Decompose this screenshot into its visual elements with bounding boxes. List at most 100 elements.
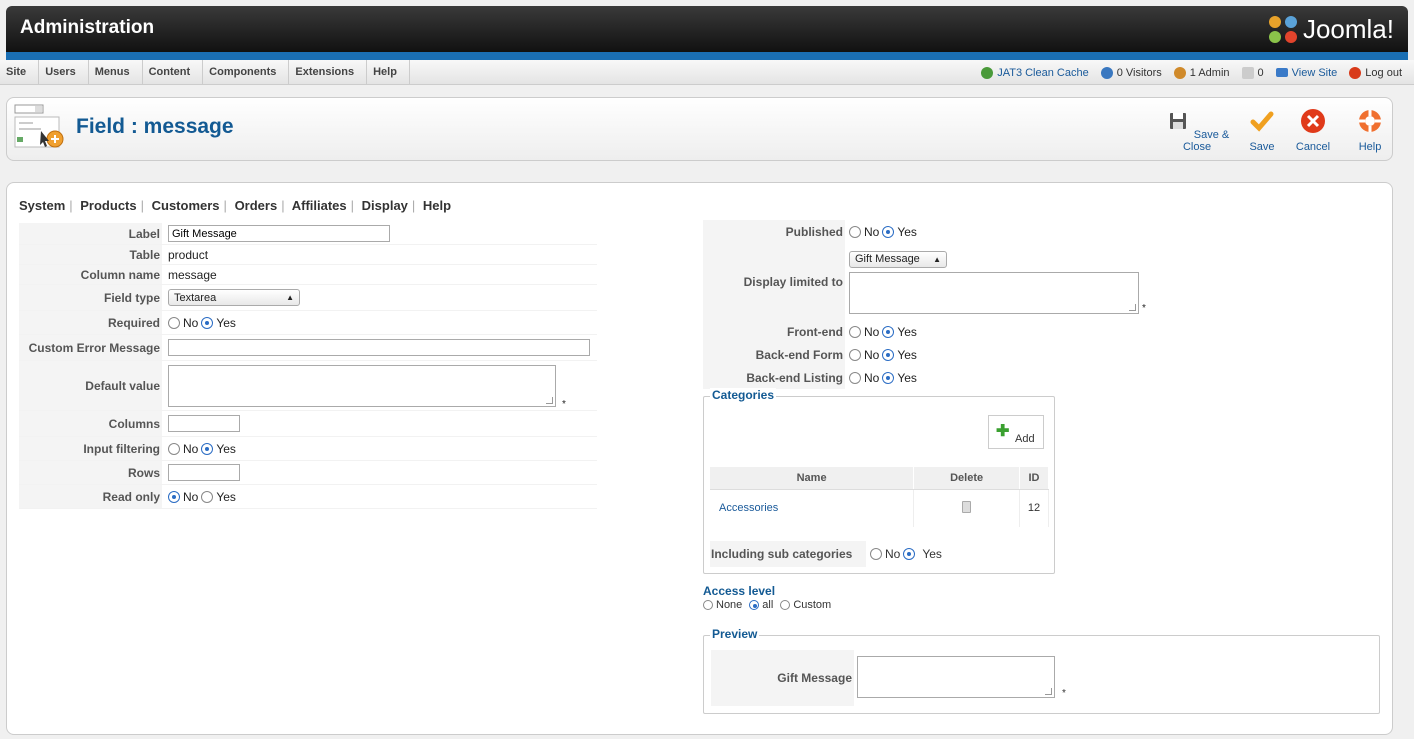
backend-form-no-radio[interactable] [849, 348, 861, 361]
add-plus-icon: ✚ [996, 423, 1010, 440]
display-limited-textarea[interactable] [849, 271, 1139, 314]
label-input[interactable] [168, 225, 390, 242]
rows-label: Rows [19, 461, 162, 484]
cancel-button[interactable]: Cancel [1293, 108, 1333, 153]
frontend-row: Front-end No Yes [703, 320, 1281, 343]
access-level-label: Access level [703, 584, 776, 598]
mail-icon [1241, 66, 1254, 79]
subnav-orders[interactable]: Orders [235, 198, 278, 213]
col-name-header: Name [710, 467, 915, 490]
filtering-no-radio[interactable] [168, 442, 180, 455]
monitor-icon [1275, 68, 1288, 77]
menu-users[interactable]: Users [39, 60, 89, 85]
backend-listing-yes-radio[interactable] [882, 371, 895, 384]
checkmark-icon [1250, 111, 1274, 132]
visitors-status: 0 Visitors [1100, 66, 1162, 79]
table-value: product [168, 247, 209, 262]
view-site-link[interactable]: View Site [1275, 67, 1337, 79]
joomla-logo-icon [1268, 15, 1299, 44]
menu-help[interactable]: Help [367, 60, 410, 85]
select-arrows-icon: ▲ [933, 254, 941, 264]
preview-label: Gift Message [711, 650, 854, 706]
column-name-row: Column name message [19, 265, 597, 285]
frontend-yes-radio[interactable] [882, 325, 895, 338]
readonly-no-radio[interactable] [168, 490, 180, 503]
column-name-value: message [168, 267, 217, 282]
required-no-radio[interactable] [168, 316, 180, 329]
subnav-affiliates[interactable]: Affiliates [292, 198, 347, 213]
backend-listing-no-radio[interactable] [849, 371, 861, 384]
table-row: Accessories 12 [710, 489, 1049, 527]
admins-status: 1 Admin [1173, 66, 1230, 79]
preview-fieldset: Preview Gift Message * [703, 627, 1380, 714]
lifebuoy-icon [1359, 110, 1381, 132]
access-all-radio[interactable] [749, 600, 760, 610]
input-filtering-row: Input filtering No Yes [19, 437, 597, 461]
menu-content[interactable]: Content [143, 60, 204, 85]
main-panel: System | Products | Customers | Orders | Aff… [6, 182, 1393, 735]
menu-extensions[interactable]: Extensions [289, 60, 368, 85]
subnav-display[interactable]: Display [362, 198, 408, 213]
error-message-row: Custom Error Message [19, 335, 597, 361]
subcat-yes-radio[interactable] [903, 548, 916, 560]
menu-site[interactable]: Site [0, 60, 40, 85]
add-category-button[interactable]: ✚ Add [988, 415, 1044, 449]
status-bar: JAT3 Clean Cache 0 Visitors 1 Admin 0 Vi… [981, 60, 1402, 85]
category-name-link[interactable]: Accessories [710, 489, 915, 527]
backend-form-yes-radio[interactable] [882, 348, 895, 361]
subnav-system[interactable]: System [19, 198, 65, 213]
save-button[interactable]: Save [1245, 108, 1279, 153]
display-limited-row: Display limited to Gift Message ▲ * [703, 244, 1281, 320]
clean-cache-link[interactable]: JAT3 Clean Cache [981, 66, 1089, 79]
delete-cell [913, 489, 1021, 527]
subnav-products[interactable]: Products [80, 198, 136, 213]
subcat-no-radio[interactable] [870, 548, 882, 560]
logout-link[interactable]: Log out [1349, 66, 1402, 79]
subcategories-row: Including sub categories No Yes [710, 541, 1050, 567]
floppy-icon [1169, 113, 1186, 129]
published-row: Published No Yes [703, 220, 1281, 244]
error-message-input[interactable] [168, 339, 590, 356]
menu-menus[interactable]: Menus [89, 60, 143, 85]
backend-listing-row: Back-end Listing No Yes [703, 366, 1281, 389]
published-yes-radio[interactable] [882, 226, 895, 238]
col-id-header: ID [1019, 467, 1049, 490]
subnav-help[interactable]: Help [423, 198, 451, 213]
save-close-button[interactable]: Save & Close [1162, 108, 1232, 153]
display-limited-label: Display limited to [703, 244, 845, 320]
field-type-label: Field type [19, 285, 162, 310]
cancel-icon [1301, 109, 1325, 133]
display-limited-select[interactable]: Gift Message ▲ [849, 250, 947, 268]
select-arrows-icon: ▲ [286, 293, 294, 302]
subnav-customers[interactable]: Customers [152, 198, 220, 213]
preview-textarea[interactable] [857, 656, 1055, 698]
subcategories-label: Including sub categories [710, 541, 866, 567]
trash-icon[interactable] [962, 500, 972, 513]
default-value-row: Default value * [19, 361, 597, 411]
logout-icon [1349, 66, 1362, 79]
rows-input[interactable] [168, 464, 240, 481]
frontend-no-radio[interactable] [849, 325, 861, 338]
published-no-radio[interactable] [849, 226, 861, 238]
help-button[interactable]: Help [1353, 108, 1387, 153]
field-type-select[interactable]: Textarea ▲ [168, 289, 300, 306]
sub-navigation: System | Products | Customers | Orders | Aff… [19, 198, 452, 213]
menu-components[interactable]: Components [203, 60, 290, 85]
readonly-yes-radio[interactable] [201, 490, 214, 503]
required-yes-radio[interactable] [201, 316, 214, 329]
default-value-textarea[interactable] [168, 364, 556, 407]
messages-status[interactable]: 0 [1241, 66, 1264, 79]
input-filtering-label: Input filtering [19, 437, 162, 460]
required-row: Required No Yes [19, 311, 597, 335]
recycle-icon [981, 66, 994, 79]
filtering-yes-radio[interactable] [201, 442, 214, 455]
columns-input[interactable] [168, 415, 240, 432]
categories-legend: Categories [710, 388, 777, 402]
access-custom-radio[interactable] [780, 600, 791, 610]
categories-fieldset: Categories ✚ Add Name Delete ID Accessor… [703, 388, 1055, 574]
header-accent [6, 52, 1408, 60]
access-none-radio[interactable] [703, 600, 713, 610]
published-label: Published [703, 220, 845, 244]
backend-form-label: Back-end Form [703, 343, 845, 366]
page-toolbar: Field : message Save & Close Save Cancel… [6, 97, 1393, 161]
